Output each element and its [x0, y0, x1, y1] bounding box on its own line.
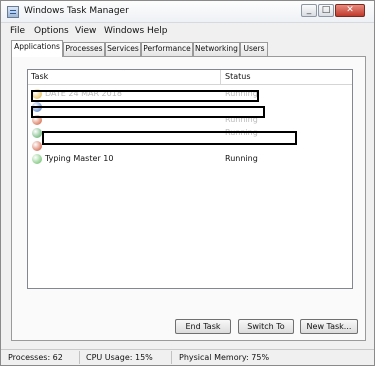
- task-status: Running: [225, 154, 258, 163]
- redaction-box: [31, 106, 265, 118]
- minimize-button[interactable]: _: [301, 4, 317, 17]
- menu-bar: File Options View Windows Help: [1, 23, 374, 39]
- application-icon: [32, 128, 42, 138]
- application-icon: [32, 154, 42, 164]
- column-header-status[interactable]: Status: [225, 72, 251, 81]
- tab-performance[interactable]: Performance: [141, 42, 193, 56]
- task-list[interactable]: ⌃ Task Status DATE 24 MAR 2018 Running Run…: [27, 69, 353, 289]
- tab-processes[interactable]: Processes: [63, 42, 105, 56]
- menu-help[interactable]: Help: [147, 26, 168, 36]
- physical-memory: Physical Memory: 75%: [179, 353, 270, 362]
- window-title: Windows Task Manager: [24, 6, 129, 16]
- status-bar: Processes: 62 CPU Usage: 15% Physical Me…: [1, 349, 374, 365]
- menu-file[interactable]: File: [10, 26, 25, 36]
- task-manager-icon: [7, 6, 19, 18]
- tab-applications[interactable]: Applications: [11, 40, 63, 57]
- tab-users[interactable]: Users: [240, 42, 268, 56]
- list-header: ⌃ Task Status: [28, 70, 352, 85]
- sort-arrow-icon: ⌃: [120, 69, 127, 76]
- column-divider[interactable]: [220, 70, 221, 85]
- title-bar: Windows Task Manager _ □ ✕: [1, 1, 374, 23]
- task-row[interactable]: Typing Master 10 Running: [28, 153, 352, 166]
- new-task-button[interactable]: New Task...: [300, 319, 358, 334]
- end-task-button[interactable]: End Task: [175, 319, 231, 334]
- task-name: Typing Master 10: [45, 154, 114, 163]
- task-manager-window: Windows Task Manager _ □ ✕ File Options …: [0, 0, 375, 366]
- menu-view[interactable]: View: [75, 26, 96, 36]
- redaction-box: [42, 131, 297, 145]
- close-button[interactable]: ✕: [335, 4, 365, 17]
- application-icon: [32, 141, 42, 151]
- tab-services[interactable]: Services: [105, 42, 141, 56]
- applications-panel: ⌃ Task Status DATE 24 MAR 2018 Running Run…: [11, 56, 366, 341]
- tab-networking[interactable]: Networking: [193, 42, 240, 56]
- redaction-box: [31, 90, 259, 102]
- switch-to-button[interactable]: Switch To: [238, 319, 294, 334]
- menu-options[interactable]: Options: [34, 26, 69, 36]
- processes-count: Processes: 62: [8, 353, 63, 362]
- cpu-usage: CPU Usage: 15%: [86, 353, 153, 362]
- column-header-task[interactable]: Task: [31, 72, 48, 81]
- maximize-button[interactable]: □: [318, 4, 334, 17]
- menu-windows[interactable]: Windows: [104, 26, 144, 36]
